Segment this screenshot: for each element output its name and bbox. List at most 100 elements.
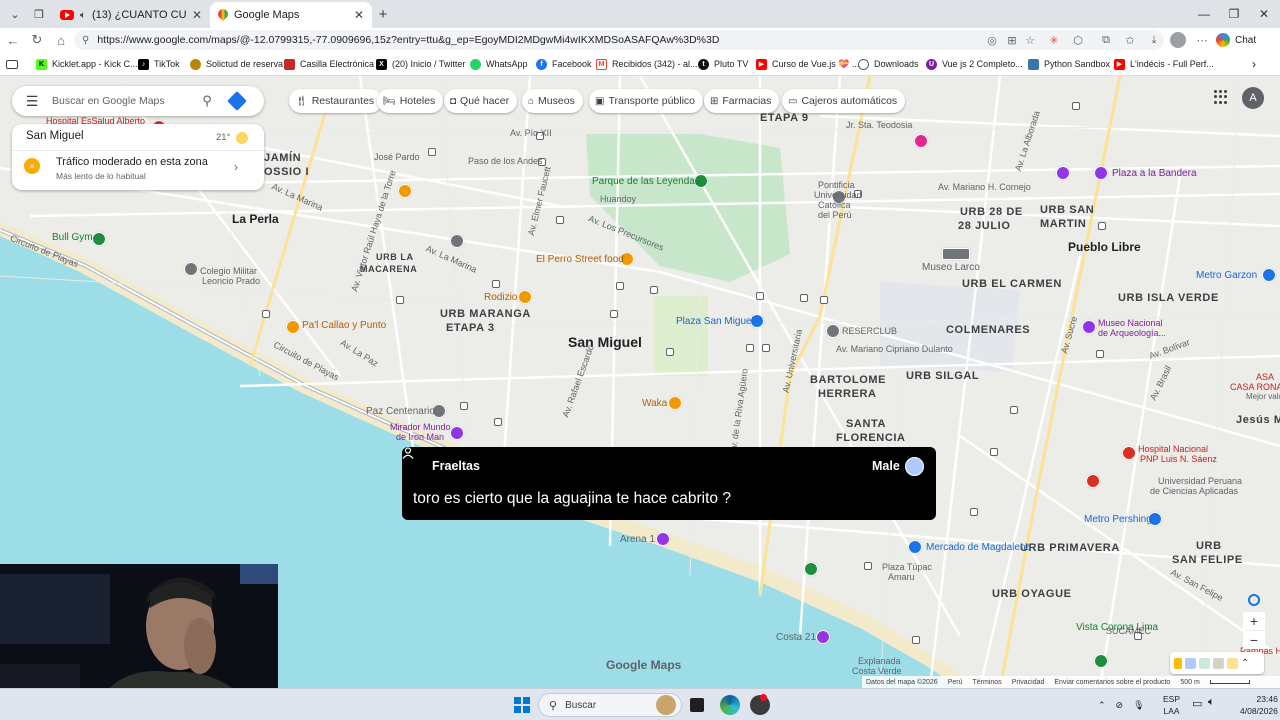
poi-label[interactable]: Plaza a la Bandera — [1112, 168, 1197, 179]
poi-label[interactable]: Amaru — [888, 572, 915, 582]
search-icon[interactable]: ⚲ — [192, 86, 222, 116]
poi-label[interactable]: Plaza Túpac — [882, 562, 932, 572]
bookmark-kicklet[interactable]: K Kicklet.app - Kick C... — [36, 57, 138, 71]
bookmark-gmail[interactable]: M Recibidos (342) - al... — [596, 57, 698, 71]
poi-label[interactable]: de Ciencias Aplicadas — [1150, 486, 1238, 496]
close-window-icon[interactable]: ✕ — [1254, 4, 1274, 24]
gym-pin-icon[interactable] — [92, 232, 106, 246]
copilot-chat-button[interactable]: Chat — [1216, 31, 1256, 49]
favorite-star-icon[interactable]: ☆ — [1022, 32, 1038, 48]
poi-label[interactable]: PNP Luis N. Sáenz — [1140, 454, 1217, 464]
poi-label[interactable]: Mercado de Magdalena — [926, 542, 1031, 553]
bookmark-lindecis[interactable]: ▶ L'indécis - Full Perf... — [1114, 57, 1214, 71]
transit-stop[interactable] — [492, 280, 500, 288]
bookmark-tiktok[interactable]: ♪ TikTok — [138, 57, 180, 71]
poi-label[interactable]: Waka — [642, 398, 667, 409]
app-install-icon[interactable]: ⊞ — [1004, 32, 1020, 48]
poi-label[interactable]: Paz Centenario — [366, 406, 435, 417]
poi-label[interactable]: El Perro Street food — [536, 254, 624, 265]
poi-label[interactable]: Mejor valo — [1246, 392, 1280, 401]
restaurant-pin-icon[interactable] — [668, 396, 682, 410]
clock[interactable]: 23:46 4/08/2026 — [1240, 693, 1278, 717]
speaker-icon[interactable]: 🔈︎ — [1208, 696, 1215, 709]
my-location-icon[interactable] — [1248, 594, 1260, 606]
transit-stop[interactable] — [610, 310, 618, 318]
restaurant-pin-icon[interactable] — [518, 290, 532, 304]
bookmark-solicitud[interactable]: Solictud de reserva — [190, 57, 283, 71]
bookmark-plutotv[interactable]: t Pluto TV — [698, 57, 748, 71]
transit-stop[interactable] — [460, 402, 468, 410]
transit-stop[interactable] — [650, 286, 658, 294]
chevron-up-icon[interactable]: ⌃ — [1098, 700, 1106, 711]
windows-start-icon[interactable] — [514, 697, 530, 713]
transit-stop[interactable] — [1072, 102, 1080, 110]
park-pin-icon[interactable] — [804, 562, 818, 576]
poi-label[interactable]: Parque de las Leyendas — [592, 176, 700, 187]
extension-spark-icon[interactable]: ✳ — [1046, 32, 1062, 48]
workspaces-icon[interactable]: ❐ — [30, 5, 48, 23]
hospital-pin-icon[interactable] — [1086, 474, 1100, 488]
chevron-right-icon[interactable]: › — [234, 160, 238, 174]
transit-stop[interactable] — [820, 296, 828, 304]
transit-stop[interactable] — [396, 296, 404, 304]
museum-pin-icon[interactable] — [1082, 320, 1096, 334]
poi-label[interactable]: Colegio Militar — [200, 266, 257, 276]
transit-stop[interactable] — [746, 344, 754, 352]
close-icon[interactable]: ✕ — [354, 8, 364, 22]
chip-hoteles[interactable]: 🛏︎ Hoteles — [377, 89, 444, 113]
transit-stop[interactable] — [762, 344, 770, 352]
transit-stop[interactable] — [864, 562, 872, 570]
poi-label[interactable]: CASA RONA — [1230, 382, 1280, 392]
chip-farmacias[interactable]: ⊞ Farmacias — [704, 89, 780, 113]
shopping-pin-icon[interactable] — [1262, 268, 1276, 282]
attraction-pin-icon[interactable] — [816, 630, 830, 644]
location-icon[interactable]: ◎ — [984, 32, 1000, 48]
hospital-pin-icon[interactable] — [1122, 446, 1136, 460]
bookmark-facebook[interactable]: f Facebook — [536, 57, 592, 71]
menu-icon[interactable]: ☰ — [12, 86, 52, 116]
google-apps-icon[interactable] — [1214, 90, 1228, 104]
terms-link[interactable]: Términos — [973, 679, 1002, 686]
layers-control[interactable]: ⌃ — [1170, 652, 1264, 674]
layer-thumb[interactable] — [1227, 657, 1238, 669]
poi-label[interactable]: Museo Larco — [922, 262, 980, 273]
close-icon[interactable]: ✕ — [192, 8, 202, 22]
poi-label[interactable]: Rodizio — [484, 292, 517, 303]
poi-label[interactable]: Mirador Mundo — [390, 422, 451, 432]
restaurant-pin-icon[interactable] — [286, 320, 300, 334]
poi-label[interactable]: Hospital Nacional — [1138, 444, 1208, 454]
chip-museos[interactable]: ⌂ Museos — [522, 89, 583, 113]
downloads-icon[interactable]: ⤓ — [1146, 32, 1162, 48]
chip-transporte-publico[interactable]: ▣ Transporte público — [589, 89, 704, 113]
poi-label[interactable]: Pa'l Callao y Punto — [302, 320, 386, 331]
chip-restaurantes[interactable]: 🍴︎ Restaurantes — [289, 89, 383, 113]
feedback-link[interactable]: Enviar comentarios sobre el producto — [1054, 679, 1170, 686]
poi-label[interactable]: Costa Verde — [852, 666, 902, 676]
bookmark-curso-vue[interactable]: ▶ Curso de Vue.js 💝 ... — [756, 57, 859, 71]
site-info-icon[interactable]: ⚲ — [82, 35, 89, 46]
poi-label[interactable]: de Iron Man — [396, 432, 444, 442]
school-pin-icon[interactable] — [184, 262, 198, 276]
map-canvas[interactable]: San Miguel La Perla Pueblo Libre URB MAR… — [0, 76, 1280, 688]
microphone-icon[interactable]: 🎙︎ — [1133, 700, 1144, 711]
back-icon[interactable]: ← — [4, 31, 22, 49]
privacy-link[interactable]: Privacidad — [1012, 679, 1045, 686]
layer-thumb[interactable] — [1185, 657, 1196, 669]
poi-label[interactable]: Costa 21 — [776, 632, 816, 643]
bookmark-python-sandbox[interactable]: Python Sandbox — [1028, 57, 1110, 71]
poi-label[interactable]: Bull Gym — [52, 232, 93, 243]
museum-building-icon[interactable] — [942, 248, 970, 260]
attraction-pin-icon[interactable] — [1094, 166, 1108, 180]
attraction-pin-icon[interactable] — [656, 532, 670, 546]
country-link[interactable]: Perú — [948, 679, 963, 686]
shopping-pin-icon[interactable] — [908, 540, 922, 554]
directions-icon[interactable] — [222, 86, 252, 116]
transit-stop[interactable] — [912, 636, 920, 644]
club-pin-icon[interactable] — [826, 324, 840, 338]
pegman-icon[interactable] — [1174, 657, 1182, 669]
tab-google-maps[interactable]: Google Maps ✕ — [210, 2, 372, 28]
chip-cajeros[interactable]: ▭ Cajeros automáticos — [782, 89, 906, 113]
profile-avatar[interactable] — [1170, 32, 1186, 48]
poi-label[interactable]: RESERCLUB — [842, 326, 897, 336]
park-pin-icon[interactable] — [1094, 654, 1108, 668]
